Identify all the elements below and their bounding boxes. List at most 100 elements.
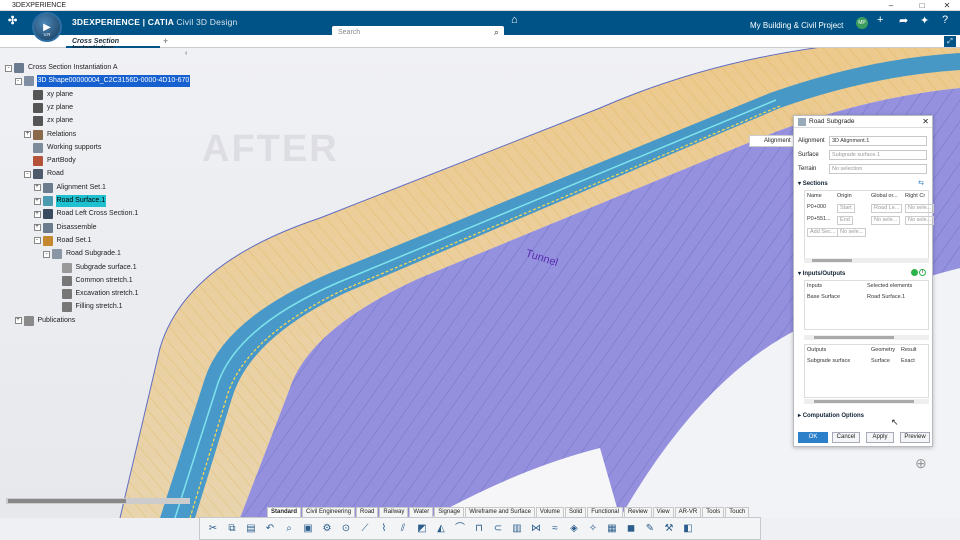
catalog-icon[interactable]: ▣ [301, 522, 315, 536]
workbench-tab[interactable]: Touch [725, 507, 750, 517]
tree-node[interactable]: PartBody [24, 155, 77, 167]
ok-button[interactable]: OK [798, 432, 828, 443]
bridge-icon[interactable]: ⊓ [472, 522, 486, 536]
cell-selector[interactable]: No sele... [905, 204, 935, 213]
expand-icon[interactable]: + [33, 210, 41, 218]
collapse-icon[interactable]: - [33, 237, 41, 245]
expand-icon[interactable]: + [33, 184, 41, 192]
railway-icon[interactable]: ⋈ [529, 522, 543, 536]
cell-selector[interactable]: Road Le... [871, 204, 903, 213]
subgrade-icon[interactable]: ◩ [415, 522, 429, 536]
outputs-scrollbar[interactable] [804, 399, 929, 404]
collapse-icon[interactable]: - [43, 250, 50, 258]
workbench-tab[interactable]: Signage [434, 507, 465, 517]
workbench-tab[interactable]: Functional [587, 507, 623, 517]
minimize-button[interactable]: – [880, 0, 902, 11]
tree-node[interactable]: + Alignment Set.1 [33, 182, 107, 194]
zoom-icon[interactable]: ⌕ [282, 522, 296, 536]
tree-node[interactable]: yz plane [24, 102, 74, 114]
review-icon[interactable]: ✎ [643, 522, 657, 536]
slope-icon[interactable]: ⌒ [453, 522, 467, 536]
tree-node[interactable]: - Road [24, 168, 65, 180]
maximize-button[interactable]: □ [911, 0, 933, 11]
collapse-icon[interactable]: - [5, 64, 12, 72]
tree-node[interactable]: Common stretch.1 [53, 275, 134, 287]
tools-icon[interactable]: ⚒ [662, 522, 676, 536]
add-section-icon[interactable]: ⇆ [918, 179, 924, 187]
tools-icon[interactable]: ✦ [920, 14, 929, 27]
terrain-icon[interactable]: ◭ [434, 522, 448, 536]
measure-icon[interactable]: ⊙ [339, 522, 353, 536]
cell-selector[interactable]: End [837, 216, 853, 225]
collapse-icon[interactable]: - [14, 77, 22, 85]
info-icon[interactable]: i [919, 269, 926, 276]
terrain-field[interactable]: No selection [829, 164, 927, 174]
workbench-tab[interactable]: Railway [379, 507, 409, 517]
wall-icon[interactable]: ▥ [510, 522, 524, 536]
workbench-tab[interactable]: Review [623, 507, 652, 517]
cell-selector[interactable]: No sele... [837, 228, 867, 237]
tree-node[interactable]: zx plane [24, 115, 74, 127]
tree-node[interactable]: Working supports [24, 142, 102, 154]
tree-node[interactable]: - Road Set.1 [33, 235, 93, 247]
light-icon[interactable]: ✧ [586, 522, 600, 536]
settings-icon[interactable]: ⚙ [320, 522, 334, 536]
paste-icon[interactable]: ▤ [244, 522, 258, 536]
surface-field[interactable]: Subgrade surface.1 [829, 150, 927, 160]
workbench-tab[interactable]: Road [356, 507, 379, 517]
scroll-thumb[interactable] [8, 499, 126, 503]
tree-node[interactable]: Subgrade surface.1 [53, 262, 138, 274]
compass-icon[interactable]: ▶ V.R [32, 12, 62, 42]
workbench-tab[interactable]: Standard [267, 507, 302, 517]
expand-icon[interactable]: + [33, 197, 41, 205]
alignment-tag[interactable]: Alignment [749, 135, 795, 147]
tunnel-icon[interactable]: ⊂ [491, 522, 505, 536]
alignment-field[interactable]: 3D Alignment.1 [829, 136, 927, 146]
workbench-tab[interactable]: Volume [535, 507, 564, 517]
tree-node[interactable]: Excavation stretch.1 [53, 288, 140, 300]
tree-node[interactable]: + Road Surface.1 [33, 195, 107, 207]
tree-node[interactable]: + Road Left Cross Section.1 [33, 208, 140, 220]
avatar[interactable]: MP [856, 17, 868, 29]
expand-icon[interactable]: + [33, 224, 41, 232]
tab-cross-section-instantiation[interactable]: Cross Section Instantiation [66, 35, 160, 52]
tree-node[interactable]: + Publications [14, 315, 77, 327]
tag-icon[interactable]: ⌂ [511, 14, 518, 26]
cross-section-icon[interactable]: ⫽ [396, 522, 410, 536]
workbench-tab[interactable]: Water [409, 507, 434, 517]
sections-header[interactable]: ▾ Sections [798, 180, 828, 187]
road-icon[interactable]: ⟋ [358, 522, 372, 536]
project-selector[interactable]: My Building & Civil Project [750, 21, 843, 30]
copy-icon[interactable]: ⧉ [225, 522, 239, 536]
tree-node[interactable]: - 3D Shape00000004_C2C3156D-0000-4D10-670 [14, 75, 191, 88]
preview-button[interactable]: Preview [900, 432, 930, 443]
sign-icon[interactable]: ◈ [567, 522, 581, 536]
close-icon[interactable]: ✕ [922, 117, 929, 126]
volume-icon[interactable]: ▦ [605, 522, 619, 536]
computation-options-header[interactable]: ▸ Computation Options [798, 412, 864, 419]
help-icon[interactable]: ? [942, 14, 948, 26]
workbench-tab[interactable]: AR-VR [674, 507, 702, 517]
water-icon[interactable]: ≈ [548, 522, 562, 536]
tree-node[interactable]: Filling stretch.1 [53, 301, 124, 313]
close-button[interactable]: ✕ [936, 0, 958, 11]
workbench-tab[interactable]: Wireframe and Surface [465, 507, 535, 517]
cancel-button[interactable]: Cancel [832, 432, 860, 443]
tree-node[interactable]: + Relations [24, 129, 77, 141]
tree-horizontal-scrollbar[interactable] [6, 498, 190, 504]
fullscreen-icon[interactable]: ⤢ [944, 36, 956, 47]
undo-icon[interactable]: ↶ [263, 522, 277, 536]
share-icon[interactable]: ➦ [899, 14, 908, 27]
expand-icon[interactable]: + [24, 131, 31, 138]
add-icon[interactable]: + [877, 14, 883, 26]
view-triad-icon[interactable]: ⊕ [915, 455, 937, 477]
cut-icon[interactable]: ✂ [206, 522, 220, 536]
workbench-tab[interactable]: View [652, 507, 674, 517]
cell-selector[interactable]: No sele... [871, 216, 901, 225]
tree-node[interactable]: xy plane [24, 89, 74, 101]
expand-icon[interactable]: + [14, 317, 22, 325]
cell-selector[interactable]: Add Sec... [807, 228, 839, 237]
tree-collapse-icon[interactable]: ‹ [185, 50, 193, 58]
tree-node[interactable]: - Road Subgrade.1 [43, 248, 122, 260]
collapse-icon[interactable]: - [24, 170, 31, 178]
